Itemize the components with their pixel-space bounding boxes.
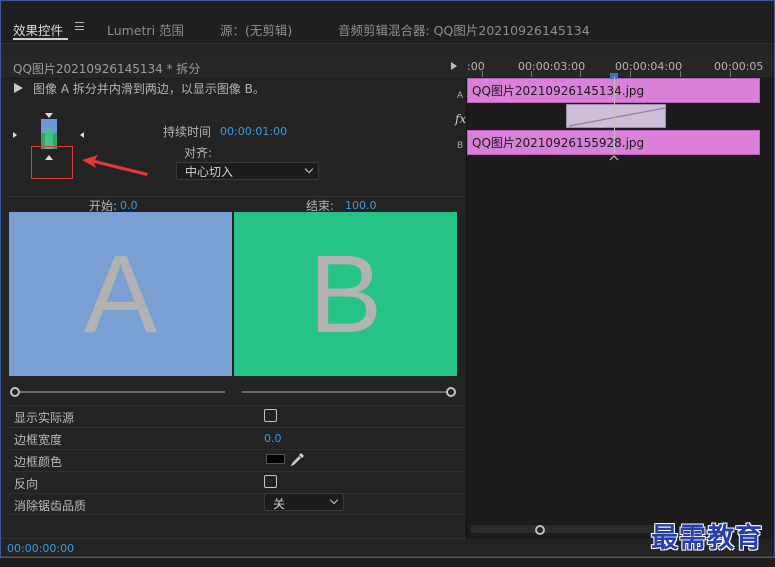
- panel-menu-icon[interactable]: [75, 22, 84, 30]
- tab-audio-clip-mixer[interactable]: 音频剪辑混合器: QQ图片20210926145134: [338, 20, 590, 39]
- ruler-label: 00:00:03:00: [518, 60, 586, 73]
- ruler-label: 00:00:05: [714, 60, 764, 73]
- alignment-value: 中心切入: [185, 165, 234, 179]
- border-width-label: 边框宽度: [14, 433, 63, 447]
- reverse-label: 反向: [14, 477, 39, 491]
- transition-description: 图像 A 拆分并内滑到两边，以显示图像 B。: [33, 82, 265, 96]
- prop-row-show-actual-source: 显示实际源: [8, 405, 466, 427]
- border-color-swatch[interactable]: [266, 454, 285, 464]
- toggle-timeline-arrow-icon[interactable]: [451, 62, 457, 70]
- ruler-tick: [730, 71, 731, 77]
- track-a-label: A: [457, 91, 464, 101]
- ruler-tick: [482, 71, 483, 77]
- prop-row-antialiasing: 消除锯齿品质: [8, 493, 466, 515]
- start-slider-handle[interactable]: [10, 387, 20, 397]
- edge-selector-top-icon[interactable]: [45, 113, 53, 118]
- transition-center-marker-icon: [609, 155, 619, 161]
- transition-diagonal-icon: [568, 107, 666, 127]
- preview-image-b: B: [234, 212, 457, 376]
- prop-row-border-width: 边框宽度: [8, 427, 466, 449]
- watermark-logo: 最需教育: [651, 523, 763, 554]
- antialiasing-label: 消除锯齿品质: [14, 499, 87, 513]
- preview-b-letter: B: [308, 233, 383, 356]
- ruler-tick: [680, 71, 681, 77]
- duration-label: 持续时间: [163, 125, 212, 139]
- transition-thumbnail: [41, 119, 57, 149]
- start-value[interactable]: 0.0: [120, 199, 138, 212]
- alignment-label: 对齐:: [184, 146, 213, 160]
- clip-effect-name: QQ图片20210926145134 * 拆分: [13, 62, 201, 76]
- border-color-label: 边框颜色: [14, 455, 63, 469]
- tab-effect-controls[interactable]: 效果控件: [13, 20, 63, 39]
- end-value[interactable]: 100.0: [345, 199, 377, 212]
- transition-block[interactable]: [566, 104, 666, 128]
- reverse-checkbox[interactable]: [264, 475, 277, 488]
- play-transition-icon[interactable]: [14, 83, 23, 93]
- duration-value[interactable]: 00:00:01:00: [220, 125, 287, 138]
- track-b-label: B: [457, 141, 464, 151]
- end-slider-track[interactable]: [242, 391, 450, 393]
- antialiasing-value: 关: [273, 497, 286, 511]
- ruler-tick: [630, 71, 631, 77]
- annotation-highlight-box: [31, 146, 73, 179]
- edge-selector-right-icon[interactable]: [80, 132, 84, 138]
- prop-row-border-color: 边框颜色: [8, 449, 466, 471]
- tab-source[interactable]: 源：(无剪辑): [220, 20, 292, 39]
- current-timecode[interactable]: 00:00:00:00: [7, 542, 74, 555]
- ruler-label: 00:00:04:00: [615, 60, 683, 73]
- prop-row-reverse: 反向: [8, 471, 466, 493]
- show-actual-source-checkbox[interactable]: [264, 409, 277, 422]
- annotation-arrow-icon: [82, 155, 148, 176]
- clip-b-name: QQ图片20210926155928.jpg: [472, 136, 645, 150]
- timeline-zoom-scrollbar[interactable]: [470, 525, 670, 533]
- ruler-tick: [580, 71, 581, 77]
- clip-a-name: QQ图片20210926145134.jpg: [472, 84, 645, 98]
- tab-lumetri-scopes[interactable]: Lumetri 范围: [107, 20, 184, 39]
- bottom-status-strip: [0, 556, 775, 567]
- timeline-zoom-handle[interactable]: [535, 525, 545, 535]
- fx-icon: fx: [455, 112, 467, 126]
- active-tab-indicator: [13, 38, 68, 40]
- playhead-line: [614, 77, 615, 153]
- eyedropper-icon[interactable]: [290, 451, 306, 467]
- preview-image-a: A: [9, 212, 232, 376]
- ruler-tick: [531, 71, 532, 77]
- end-slider-handle[interactable]: [446, 387, 456, 397]
- start-slider-track[interactable]: [15, 391, 225, 393]
- edge-selector-left-icon[interactable]: [13, 132, 17, 138]
- border-width-value[interactable]: 0.0: [264, 432, 282, 445]
- show-actual-source-label: 显示实际源: [14, 411, 75, 425]
- preview-a-letter: A: [83, 233, 158, 356]
